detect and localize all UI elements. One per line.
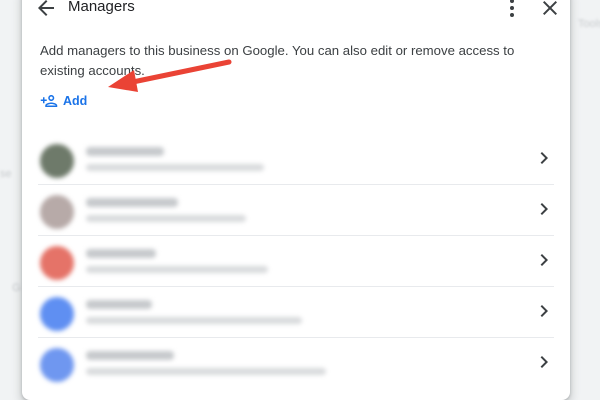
chevron-right-icon [540,254,548,266]
redacted-email [86,215,246,222]
back-button[interactable] [34,0,58,20]
manager-row[interactable] [38,287,554,338]
avatar [40,348,74,382]
redacted-name [86,198,178,207]
managers-list [38,134,554,388]
manager-row[interactable] [38,185,554,236]
manager-row[interactable] [38,134,554,185]
background-text: G [12,282,21,294]
chevron-right-icon [540,152,548,164]
arrow-back-icon [38,0,54,16]
chevron-right-icon [540,356,548,368]
close-icon [543,1,557,15]
dialog-header: Managers [22,0,570,24]
avatar [40,144,74,178]
add-label: Add [63,94,88,108]
redacted-email [86,368,326,375]
background-text: se [0,168,12,180]
more-options-button[interactable] [500,0,524,20]
person-add-icon [40,95,58,107]
close-button[interactable] [538,0,562,20]
avatar [40,195,74,229]
redacted-name [86,249,156,258]
more-vert-icon [510,0,514,17]
chevron-right-icon [540,203,548,215]
add-manager-button[interactable]: Add [38,89,89,113]
redacted-name [86,300,152,309]
annotation-arrow [108,59,232,92]
managers-dialog: Managers Add managers to this business o… [22,0,570,400]
avatar [40,297,74,331]
redacted-name [86,351,174,360]
redacted-email [86,266,268,273]
redacted-email [86,164,264,171]
manager-row[interactable] [38,338,554,388]
chevron-right-icon [540,305,548,317]
dialog-title: Managers [68,0,135,15]
background-text: Tools [578,18,600,30]
redacted-email [86,317,302,324]
manager-row[interactable] [38,236,554,287]
redacted-name [86,147,164,156]
avatar [40,246,74,280]
